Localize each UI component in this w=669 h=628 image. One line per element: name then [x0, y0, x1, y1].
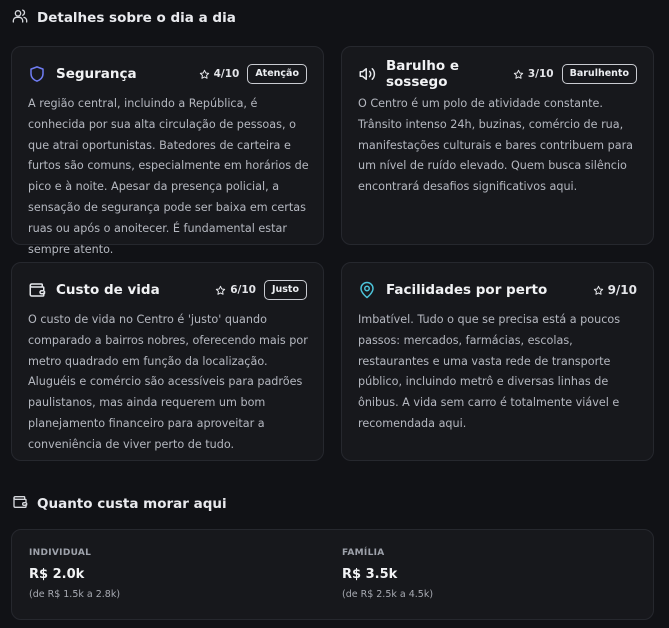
card-title: Custo de vida [56, 282, 160, 298]
star-icon [216, 285, 226, 295]
rating: 6/10 [215, 284, 256, 296]
wallet-icon [28, 281, 46, 299]
star-icon [513, 69, 524, 79]
cost-label: INDIVIDUAL [29, 548, 92, 558]
volume-icon [358, 65, 376, 83]
status-badge: Atenção [247, 64, 307, 84]
card-cost-header: Custo de vida 6/10 Justo [28, 279, 307, 301]
card-description: Imbatível. Tudo o que se precisa está a … [358, 313, 621, 430]
card-cost-of-living: Custo de vida 6/10 Justo O custo de vida… [11, 262, 324, 461]
card-security-header: Segurança 4/10 Atenção [28, 63, 307, 85]
section-header-cost: Quanto custa morar aqui [12, 494, 227, 514]
card-description: A região central, incluindo a República,… [28, 97, 309, 256]
rating: 9/10 [593, 283, 637, 297]
star-icon [199, 69, 209, 79]
rating-value: 3/10 [527, 68, 554, 80]
rating-value: 4/10 [213, 68, 240, 80]
card-security: Segurança 4/10 Atenção A região central,… [11, 46, 324, 256]
status-badge: Justo [263, 280, 307, 300]
card-amenities-header: Facilidades por perto 9/10 [358, 279, 637, 301]
cost-range: (de R$ 2.5k a 4.5k) [342, 589, 434, 600]
section-header-daily: Detalhes sobre o dia a dia [12, 8, 236, 28]
card-title: Segurança [56, 66, 137, 82]
card-title: Barulho e sossego [386, 58, 460, 90]
rating: 3/10 [513, 68, 554, 80]
card-amenities: Facilidades por perto 9/10 Imbatível. Tu… [341, 262, 654, 461]
card-title: Facilidades por perto [386, 282, 548, 298]
wallet-icon [12, 494, 28, 514]
cost-value: R$ 2.0k [29, 567, 85, 582]
status-badge: Barulhento [561, 64, 637, 84]
section-title-daily: Detalhes sobre o dia a dia [37, 10, 236, 26]
rating-value: 9/10 [607, 283, 637, 297]
shield-icon [28, 65, 46, 83]
card-noise-header: Barulho e sossego 3/10 Barulhento [358, 58, 637, 90]
cost-summary-card: INDIVIDUAL R$ 2.0k (de R$ 1.5k a 2.8k) F… [11, 529, 654, 620]
map-pin-icon [358, 281, 376, 299]
cost-individual: INDIVIDUAL R$ 2.0k (de R$ 1.5k a 2.8k) [29, 548, 120, 600]
users-icon [12, 8, 28, 28]
card-description: O custo de vida no Centro é 'justo' quan… [28, 313, 308, 451]
section-title-cost: Quanto custa morar aqui [37, 496, 227, 512]
cost-family: FAMÍLIA R$ 3.5k (de R$ 2.5k a 4.5k) [342, 548, 433, 600]
cost-range: (de R$ 1.5k a 2.8k) [29, 589, 121, 600]
star-icon [593, 285, 603, 295]
cost-label: FAMÍLIA [342, 548, 385, 558]
card-description: O Centro é um polo de atividade constant… [358, 97, 634, 194]
rating-value: 6/10 [230, 284, 256, 296]
card-noise: Barulho e sossego 3/10 Barulhento O Cent… [341, 46, 654, 245]
rating: 4/10 [199, 68, 240, 80]
cost-value: R$ 3.5k [342, 567, 398, 582]
